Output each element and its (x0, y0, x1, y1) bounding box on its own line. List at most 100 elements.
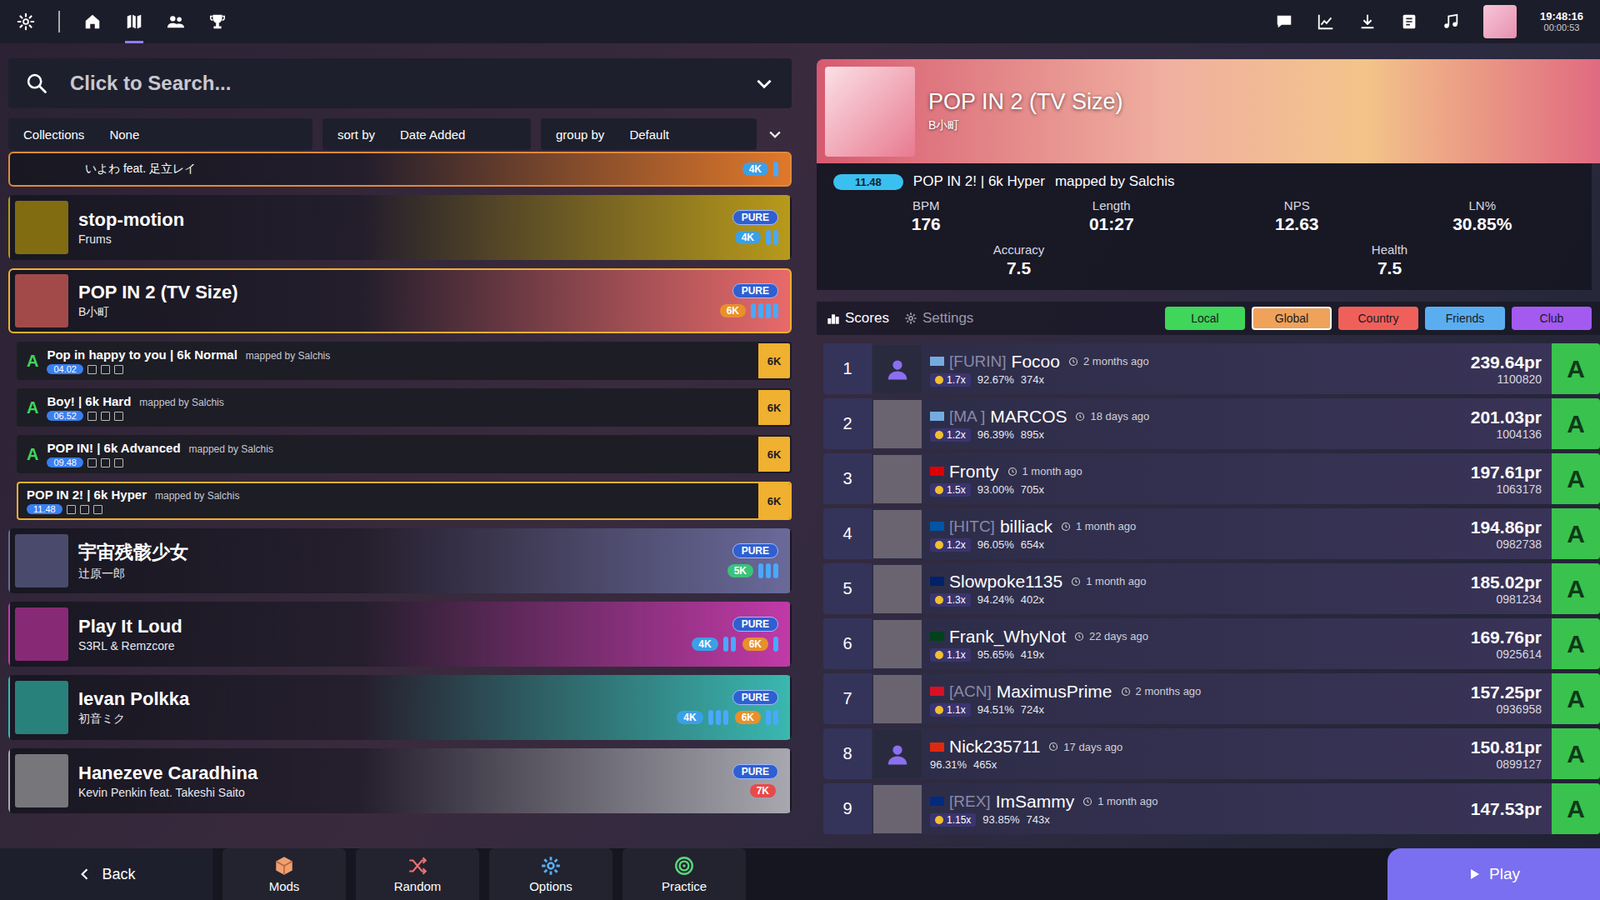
song-card[interactable]: Ievan Polkka初音ミクPURE4K6K (8, 675, 792, 740)
filter-label: Collections (23, 127, 85, 142)
back-button[interactable]: Back (0, 848, 213, 900)
song-card[interactable]: いよわ feat. 足立レイ4K (8, 151, 792, 187)
filter-dropdown[interactable]: CollectionsNone (8, 118, 313, 150)
difficulty-row[interactable]: POP IN 2! | 6k Hypermapped by Salchis11.… (16, 481, 792, 520)
session-time: 00:00:53 (1544, 22, 1580, 33)
combo: 419x (1020, 648, 1045, 661)
leaderboard-button[interactable]: Global (1251, 306, 1332, 330)
clock-icon (1082, 796, 1093, 807)
nav-item[interactable] (208, 0, 227, 44)
score-row[interactable]: 5Slowpoke11351 month ago1.3x94.24%402x18… (823, 563, 1600, 615)
leaderboard-button[interactable]: Club (1511, 306, 1592, 330)
score-tab[interactable]: Settings (904, 310, 974, 327)
chart-icon[interactable] (1316, 12, 1335, 31)
download-icon[interactable] (1358, 12, 1377, 31)
stat: NPS12.63 (1204, 198, 1390, 235)
score-row[interactable]: 6Frank_WhyNot22 days ago1.1x95.65%419x16… (823, 618, 1600, 670)
leaderboard-button[interactable]: Country (1338, 306, 1419, 330)
rating-badge: 11.48 (833, 174, 904, 190)
keys-badge: 6K (735, 710, 761, 725)
filter-label: sort by (337, 127, 375, 142)
song-artist: 辻原一郎 (78, 566, 728, 582)
music-icon[interactable] (1441, 12, 1460, 31)
bottom-button[interactable]: Random (355, 848, 480, 900)
accuracy: 95.65% (977, 648, 1015, 661)
score-row[interactable]: 7[ACN]MaximusPrime2 months ago1.1x94.51%… (823, 673, 1600, 725)
difficulty-bar (750, 303, 756, 319)
performance-rating: 239.64pr (1470, 352, 1542, 373)
total-score: 0925614 (1495, 647, 1542, 661)
song-card[interactable]: POP IN 2 (TV Size)B小町PURE6K (8, 268, 792, 334)
clan-tag: [ACN] (949, 682, 992, 701)
filter-dropdown[interactable]: sort byDate Added (322, 118, 531, 150)
difficulty-bar (723, 710, 729, 725)
score-row[interactable]: 8Nick23571117 days ago96.31%465x150.81pr… (823, 728, 1600, 780)
rate-icon (935, 595, 944, 605)
song-card[interactable]: Play It LoudS3RL & RemzcorePURE4K6K (8, 601, 792, 667)
search-input[interactable] (68, 70, 734, 96)
song-card[interactable]: Hanezeve CaradhinaKevin Penkin feat. Tak… (8, 748, 792, 814)
keys-badge: 6K (742, 637, 769, 651)
rating-badge: 11.48 (26, 504, 63, 515)
difficulty-row[interactable]: ABoy! | 6k Hardmapped by Salchis06.526K (16, 388, 792, 427)
difficulty-bar (765, 563, 771, 579)
grade: A (1551, 398, 1600, 450)
scores-header: Scores Settings LocalGlobalCountryFriendsC… (816, 301, 1600, 335)
info-box-icon (100, 458, 110, 468)
song-list: いよわ feat. 足立レイ4K stop-motionFrumsPURE4K PO… (8, 150, 792, 849)
nav-item[interactable] (83, 0, 102, 44)
play-icon (1467, 867, 1481, 881)
bottom-button[interactable]: Mods (222, 848, 346, 900)
difficulty-name: POP IN! | 6k Advanced (46, 440, 180, 455)
rank: 4 (823, 508, 872, 560)
clock-icon (1074, 631, 1085, 642)
song-card[interactable]: stop-motionFrumsPURE4K (8, 195, 792, 260)
profile-avatar[interactable] (1483, 5, 1517, 39)
bottom-button[interactable]: Options (489, 848, 613, 900)
notes-icon[interactable] (1400, 12, 1419, 31)
score-row[interactable]: 4[HITC]billiack1 month ago1.2x96.05%654x… (823, 508, 1600, 560)
score-list: 1[FURIN]Focoo2 months ago1.7x92.67%374x2… (816, 343, 1600, 835)
score-row[interactable]: 3Fronty1 month ago1.5x93.00%705x197.61pr… (823, 453, 1600, 505)
clock-icon (1007, 466, 1018, 477)
score-row[interactable]: 9[REX]ImSammy1 month ago1.15x93.85%743x1… (823, 783, 1600, 835)
leaderboard-button[interactable]: Friends (1425, 306, 1505, 330)
keys-badge: 5K (727, 564, 754, 578)
chevron-down-icon[interactable] (766, 125, 784, 143)
leaderboard-button[interactable]: Local (1165, 306, 1245, 330)
song-artist: S3RL & Remzcore (78, 639, 692, 653)
bottom-button-label: Mods (269, 879, 300, 894)
difficulty-row[interactable]: APOP IN! | 6k Advancedmapped by Salchis0… (16, 435, 792, 474)
keys-tag: 6K (758, 483, 790, 519)
nav-item[interactable] (166, 0, 185, 44)
performance-rating: 147.53pr (1470, 799, 1542, 820)
search-bar[interactable] (8, 58, 792, 109)
performance-rating: 201.03pr (1470, 407, 1542, 428)
keys-tag: 6K (758, 390, 790, 425)
clock-icon (1120, 686, 1131, 697)
chevron-down-icon[interactable] (753, 72, 775, 95)
score-tab[interactable]: Scores (826, 310, 890, 327)
difficulty-row[interactable]: APop in happy to you | 6k Normalmapped b… (16, 341, 792, 380)
stat-value: 7.5 (1377, 258, 1402, 279)
song-card[interactable]: 宇宙残骸少女辻原一郎PURE5K (8, 528, 792, 594)
filter-label: group by (555, 127, 605, 142)
chat-icon[interactable] (1275, 12, 1294, 31)
grade: A (26, 445, 39, 465)
difficulty-bar (773, 161, 779, 177)
score-row[interactable]: 2[MA ]MARCOS18 days ago1.2x96.39%895x201… (823, 398, 1600, 450)
nav-item[interactable] (125, 0, 144, 44)
score-row[interactable]: 1[FURIN]Focoo2 months ago1.7x92.67%374x2… (823, 343, 1600, 395)
keys-badge: 4K (742, 162, 769, 176)
info-box-icon (114, 411, 124, 421)
play-button[interactable]: Play (1387, 848, 1600, 900)
filter-dropdown[interactable]: group by Default (540, 118, 757, 150)
bottom-button[interactable]: Practice (622, 848, 746, 900)
stat: Length01:27 (1019, 198, 1205, 235)
gear-icon[interactable] (16, 12, 35, 31)
info-box-icon (87, 411, 97, 421)
player-name: Frank_WhyNot (949, 626, 1066, 647)
filter-value: Default (629, 127, 670, 142)
mode-badge: 4K (735, 230, 779, 245)
map-info-panel: POP IN 2 (TV Size)B小町11.48POP IN 2! | 6k… (816, 43, 1600, 849)
